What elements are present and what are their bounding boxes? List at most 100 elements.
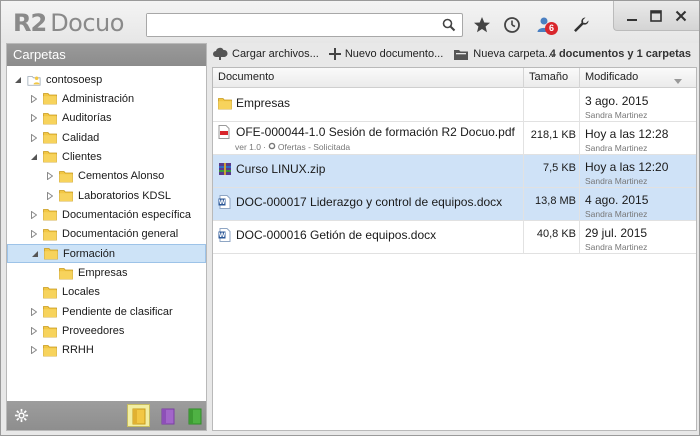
- cell-divider: [579, 188, 580, 221]
- cell-divider: [579, 221, 580, 254]
- document-name-text: Empresas: [236, 96, 291, 110]
- modified-date: Hoy a las 12:20: [585, 160, 669, 174]
- expanded-arrow-icon[interactable]: [29, 152, 38, 161]
- app-window: R2 Docuo 6 Carpetas contosoesp Administr…: [0, 0, 700, 436]
- collapsed-arrow-icon[interactable]: [29, 114, 38, 123]
- top-bar: R2 Docuo 6: [1, 1, 699, 43]
- document-name[interactable]: Curso LINUX.zip: [218, 162, 325, 176]
- modified-date: 3 ago. 2015: [585, 94, 649, 108]
- collapsed-arrow-icon[interactable]: [29, 94, 38, 103]
- logo-docuo: Docuo: [50, 9, 124, 37]
- tree-item-laboratorios-kdsl[interactable]: Laboratorios KDSL: [7, 186, 206, 205]
- column-header-document[interactable]: Documento: [218, 71, 274, 83]
- tree-item-label: Locales: [62, 286, 100, 299]
- documents-toolbar: Cargar archivos... Nuevo documento... Nu…: [212, 43, 697, 65]
- folder-icon: [43, 111, 57, 125]
- tree-item-pendiente-de-clasificar[interactable]: Pendiente de clasificar: [7, 302, 206, 321]
- document-name[interactable]: W DOC-000016 Getión de equipos.docx: [218, 228, 436, 242]
- column-header-modified[interactable]: Modificado: [585, 71, 638, 83]
- folder-icon: [43, 343, 57, 357]
- folder-icon: [59, 189, 73, 203]
- upload-cloud-icon: [212, 47, 228, 61]
- collapsed-arrow-icon[interactable]: [29, 346, 38, 355]
- table-row[interactable]: W DOC-000016 Getión de equipos.docx 40,8 K…: [213, 221, 696, 254]
- logo-r2: R2: [13, 9, 47, 37]
- tree-item-contosoesp[interactable]: contosoesp: [7, 70, 206, 89]
- tree-item-label: Documentación específica: [62, 208, 192, 221]
- purple-folder-icon: [161, 408, 174, 424]
- collapsed-arrow-icon[interactable]: [45, 172, 54, 181]
- table-row[interactable]: Empresas 3 ago. 2015 Sandra Martinez: [213, 89, 696, 122]
- modified-by-user: Sandra Martinez: [585, 176, 648, 186]
- document-version: ver 1.0: [235, 142, 261, 152]
- workflow-status[interactable]: Ofertas - Solicitada: [278, 142, 350, 152]
- folder-icon: [43, 208, 57, 222]
- yellow-folders-button[interactable]: [127, 404, 150, 427]
- document-name[interactable]: OFE-000044-1.0 Sesión de formación R2 Do…: [218, 125, 515, 139]
- table-row[interactable]: OFE-000044-1.0 Sesión de formación R2 Do…: [213, 122, 696, 155]
- tree-item-clientes[interactable]: Clientes: [7, 147, 206, 166]
- users-notifications-button[interactable]: 6: [533, 13, 558, 37]
- tree-item-administración[interactable]: Administración: [7, 89, 206, 108]
- collapsed-arrow-icon[interactable]: [45, 191, 54, 200]
- collapsed-arrow-icon[interactable]: [29, 230, 38, 239]
- tree-item-label: Formación: [63, 247, 115, 260]
- upload-files-label: Cargar archivos...: [232, 48, 319, 60]
- expanded-arrow-icon[interactable]: [13, 75, 22, 84]
- table-row[interactable]: W DOC-000017 Liderazgo y control de equip…: [213, 188, 696, 221]
- window-controls: [613, 1, 699, 31]
- tree-item-documentación-específica[interactable]: Documentación específica: [7, 205, 206, 224]
- tree-item-proveedores[interactable]: Proveedores: [7, 322, 206, 341]
- cell-divider: [523, 89, 524, 122]
- modified-by-user: Sandra Martinez: [585, 143, 648, 153]
- tree-item-locales[interactable]: Locales: [7, 283, 206, 302]
- tree-item-formación[interactable]: Formación: [7, 244, 206, 264]
- folder-icon: [43, 92, 57, 106]
- gear-icon[interactable]: [14, 408, 29, 426]
- new-folder-label: Nueva carpeta...: [473, 48, 554, 60]
- tree-item-empresas[interactable]: Empresas: [7, 264, 206, 283]
- app-logo: R2 Docuo: [13, 9, 124, 37]
- folder-icon: [59, 266, 73, 280]
- svg-text:W: W: [219, 232, 226, 239]
- new-folder-button[interactable]: Nueva carpeta...: [453, 48, 554, 61]
- tree-item-rrhh[interactable]: RRHH: [7, 341, 206, 360]
- recent-clock-icon[interactable]: [500, 13, 524, 37]
- favorites-star-icon[interactable]: [470, 13, 494, 37]
- column-header-size[interactable]: Tamaño: [529, 71, 568, 83]
- folder-icon: [43, 305, 57, 319]
- tree-item-label: Empresas: [78, 267, 128, 279]
- settings-wrench-icon[interactable]: [569, 13, 593, 37]
- green-folders-button[interactable]: [183, 404, 206, 427]
- plus-icon: [328, 48, 341, 60]
- close-icon[interactable]: [672, 7, 690, 25]
- document-name[interactable]: Empresas: [218, 96, 290, 110]
- minimize-icon[interactable]: [623, 7, 641, 25]
- tree-item-auditorías[interactable]: Auditorías: [7, 109, 206, 128]
- expanded-arrow-icon[interactable]: [30, 249, 39, 258]
- collapsed-arrow-icon[interactable]: [29, 210, 38, 219]
- purple-folders-button[interactable]: [156, 404, 179, 427]
- column-divider[interactable]: [579, 68, 580, 88]
- tree-item-label: Laboratorios KDSL: [78, 189, 171, 202]
- tree-item-label: Proveedores: [62, 325, 125, 338]
- collapsed-arrow-icon[interactable]: [29, 133, 38, 142]
- upload-files-button[interactable]: Cargar archivos...: [212, 47, 319, 61]
- modified-date: 4 ago. 2015: [585, 193, 649, 207]
- tree-item-documentación-general[interactable]: Documentación general: [7, 225, 206, 244]
- column-divider[interactable]: [523, 68, 524, 88]
- sort-descending-icon[interactable]: [674, 75, 682, 87]
- modified-by-user: Sandra Martinez: [585, 110, 648, 120]
- table-row[interactable]: Curso LINUX.zip 7,5 KB Hoy a las 12:20 Sand…: [213, 155, 696, 188]
- new-document-button[interactable]: Nuevo documento...: [328, 48, 443, 60]
- collapsed-arrow-icon[interactable]: [29, 307, 38, 316]
- search-icon[interactable]: [442, 18, 456, 32]
- document-name[interactable]: W DOC-000017 Liderazgo y control de equip…: [218, 195, 502, 209]
- search-input[interactable]: [147, 14, 437, 36]
- document-metadata: ver 1.0 · Ofertas - Solicitada: [235, 142, 350, 152]
- tree-item-cementos-alonso[interactable]: Cementos Alonso: [7, 167, 206, 186]
- collapsed-arrow-icon[interactable]: [29, 327, 38, 336]
- tree-item-calidad[interactable]: Calidad: [7, 128, 206, 147]
- maximize-icon[interactable]: [647, 7, 665, 25]
